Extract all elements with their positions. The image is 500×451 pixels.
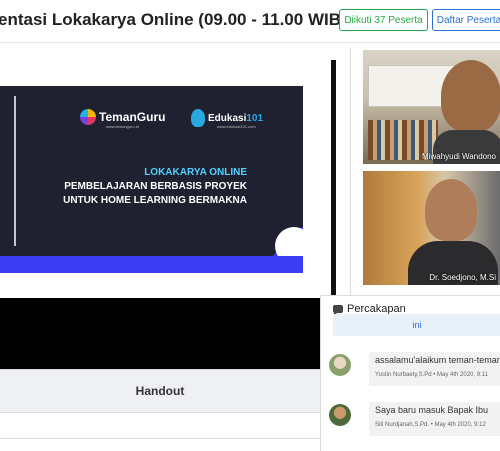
webcam-tile[interactable]: Dr. Soedjono, M.Si (363, 171, 500, 285)
slide-line-3: UNTUK HOME LEARNING BERMAKNA (63, 195, 247, 206)
video-area (0, 298, 320, 369)
participant-face (425, 179, 477, 241)
logo1-name-a: Teman (99, 110, 137, 124)
slide-line-1: LOKAKARYA ONLINE (144, 167, 247, 178)
page-title: entasi Lokakarya Online (09.00 - 11.00 W… (0, 10, 347, 29)
logo2-name-a: Edukasi (208, 112, 247, 124)
logo2-url: www.edukasi101.com (217, 124, 256, 129)
logo1-name-b: Guru (136, 110, 166, 124)
chat-info-box: ini (333, 314, 500, 336)
bottom-divider (0, 438, 320, 439)
chat-message: assalamu'alaikum teman-teman Yustin Nurb… (327, 352, 500, 386)
slide-bottom-bar (0, 256, 303, 273)
avatar (329, 404, 351, 426)
chat-message: Saya baru masuk Bapak Ibu Siti Nurdjanah… (327, 402, 500, 436)
chat-bubble-icon (333, 305, 343, 316)
message-text: Saya baru masuk Bapak Ibu (375, 405, 489, 415)
presentation-slide: TemanGuru www.temanguru.id Edukasi101 ww… (0, 86, 303, 273)
message-bubble: Saya baru masuk Bapak Ibu Siti Nurdjanah… (369, 402, 500, 436)
slide-accent-line (14, 96, 16, 246)
message-meta: Siti Nurdjanah,S.Pd. • May 4th 2020, 9:1… (375, 422, 486, 428)
avatar (329, 354, 351, 376)
logo2-name-b: 101 (246, 112, 264, 124)
logo1-url: www.temanguru.id (106, 124, 139, 129)
attendance-button[interactable]: Diikuti 37 Peserta (339, 9, 428, 31)
participants-list-button[interactable]: Daftar Peserta (432, 9, 500, 31)
temanguru-logo-icon (80, 109, 96, 125)
slide-text-block: LOKAKARYA ONLINE PEMBELAJARAN BERBASIS P… (63, 166, 247, 208)
handout-tab[interactable]: Handout (0, 369, 320, 413)
presentation-scrollbar[interactable] (331, 60, 336, 300)
webcam-tile[interactable]: Miwahyudi Wandono (363, 50, 500, 164)
header-divider (0, 42, 500, 43)
temanguru-logo: TemanGuru www.temanguru.id (80, 109, 166, 129)
message-bubble: assalamu'alaikum teman-teman Yustin Nurb… (369, 352, 500, 386)
participant-name-label: Dr. Soedjono, M.Si (429, 273, 496, 282)
participant-face (441, 60, 500, 132)
participant-name-label: Miwahyudi Wandono (422, 152, 496, 161)
slide-line-2: PEMBELAJARAN BERBASIS PROYEK (64, 181, 247, 192)
message-text: assalamu'alaikum teman-teman (375, 355, 500, 365)
chat-panel: Percakapan ini assalamu'alaikum teman-te… (320, 295, 500, 451)
edukasi101-logo-icon (191, 109, 205, 127)
edukasi101-logo: Edukasi101 www.edukasi101.com (191, 109, 264, 129)
message-meta: Yustin Nurbaety,S.Pd • May 4th 2020, 9:1… (375, 372, 488, 378)
